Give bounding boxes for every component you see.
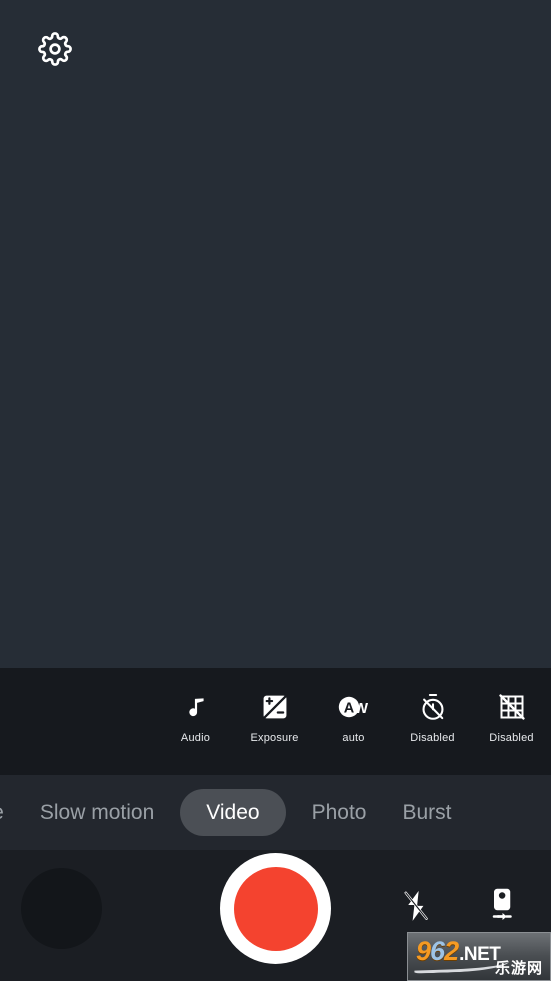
gallery-thumbnail-button[interactable] [21, 868, 102, 949]
mode-item-slow-motion[interactable]: Slow motion [22, 802, 172, 823]
mode-item-photo[interactable]: Photo [294, 802, 385, 823]
exposure-icon [261, 690, 289, 724]
camera-switch-icon [487, 887, 517, 930]
record-button[interactable] [220, 853, 331, 964]
camera-switch-button[interactable] [478, 884, 526, 932]
flash-toggle-button[interactable] [392, 884, 440, 932]
toolbar-label-white-balance: auto [342, 732, 365, 744]
toolbar-item-exposure[interactable]: Exposure [235, 690, 314, 744]
toolbar-item-white-balance[interactable]: A W auto [314, 690, 393, 744]
record-button-inner [233, 866, 318, 951]
toolbar-label-exposure: Exposure [250, 732, 299, 744]
mode-item-burst[interactable]: Burst [384, 802, 469, 823]
mode-item-video[interactable]: Video [180, 789, 286, 836]
site-watermark: 9 6 2 .NET 乐游网 [407, 932, 551, 981]
watermark-digit-2: 2 [444, 936, 459, 966]
camera-app-screen: Audio Exposure A W auto Disabled Disable… [0, 0, 551, 981]
watermark-chinese-text: 乐游网 [494, 960, 543, 977]
timer-off-icon [419, 690, 447, 724]
camera-viewfinder[interactable] [0, 0, 551, 668]
toolbar-item-grid[interactable]: Disabled [472, 690, 551, 744]
watermark-logo-text: 9 6 2 .NET [416, 936, 501, 967]
grid-off-icon [498, 690, 526, 724]
toolbar-item-timer[interactable]: Disabled [393, 690, 472, 744]
auto-white-balance-icon: A W [336, 690, 372, 724]
mode-selector: ose Slow motion Video Photo Burst [0, 775, 551, 850]
music-note-icon [183, 690, 209, 724]
watermark-digit-9: 9 [416, 936, 431, 966]
settings-button[interactable] [30, 24, 80, 74]
toolbar-label-grid: Disabled [489, 732, 534, 744]
mode-item-truncated[interactable]: ose [0, 802, 22, 823]
toolbar-label-timer: Disabled [410, 732, 455, 744]
watermark-digit-6: 6 [430, 936, 445, 966]
toolbar-label-audio: Audio [180, 732, 211, 744]
svg-text:W: W [353, 700, 368, 717]
gear-icon [38, 32, 72, 66]
quick-settings-toolbar: Audio Exposure A W auto Disabled Disable… [0, 668, 551, 775]
flash-off-icon [401, 889, 431, 928]
toolbar-item-audio[interactable]: Audio [156, 690, 235, 744]
